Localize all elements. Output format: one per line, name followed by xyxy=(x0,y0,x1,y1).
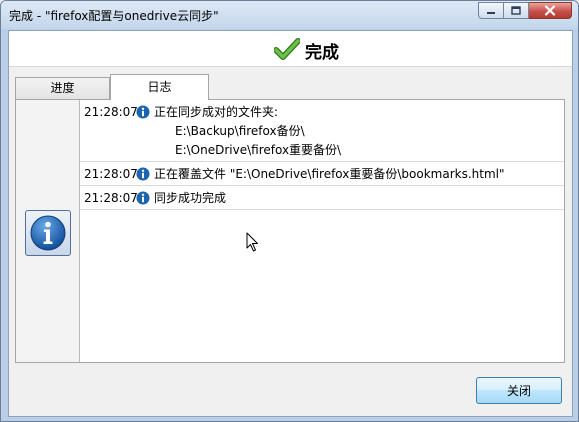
window-controls xyxy=(478,2,572,20)
log-time: 21:28:07 xyxy=(84,190,138,205)
log-panel: 21:28:07 正在同步成对的文件夹: E:\Backup\firefox备份… xyxy=(15,99,565,363)
dialog-body: 完成 进度 日志 21:28:07 正在同步成对的文件夹: E:\Backup\… xyxy=(8,30,573,417)
status-info-icon xyxy=(25,210,71,256)
info-icon xyxy=(136,105,150,118)
title-bar[interactable]: 完成 - "firefox配置与onedrive云同步" xyxy=(1,1,578,29)
log-detail-path: E:\Backup\firefox备份\ xyxy=(175,124,305,138)
log-detail-path: E:\OneDrive\firefox重要备份\ xyxy=(175,143,342,157)
log-entry: 21:28:07 正在同步成对的文件夹: E:\Backup\firefox备份… xyxy=(80,100,564,162)
log-message: 同步成功完成 xyxy=(154,191,227,205)
log-entry: 21:28:07 正在覆盖文件 "E:\OneDrive\firefox重要备份… xyxy=(80,162,564,186)
log-time: 21:28:07 xyxy=(84,166,138,181)
close-button[interactable]: 关闭 xyxy=(476,377,562,404)
log-message: 正在覆盖文件 "E:\OneDrive\firefox重要备份\bookmark… xyxy=(154,167,505,181)
maximize-button[interactable] xyxy=(504,2,529,19)
status-sidebar xyxy=(16,100,80,362)
app-window: 完成 - "firefox配置与onedrive云同步" 完成 进度 日志 21… xyxy=(0,0,579,422)
tab-progress[interactable]: 进度 xyxy=(15,77,110,99)
close-icon xyxy=(544,5,556,16)
log-message: 正在同步成对的文件夹: xyxy=(154,105,279,119)
page-title: 完成 xyxy=(305,43,339,63)
log-list[interactable]: 21:28:07 正在同步成对的文件夹: E:\Backup\firefox备份… xyxy=(80,100,564,210)
info-icon xyxy=(136,167,150,180)
tab-log[interactable]: 日志 xyxy=(110,74,209,100)
info-icon xyxy=(30,215,66,251)
info-icon xyxy=(136,191,150,204)
minimize-button[interactable] xyxy=(478,2,504,19)
window-close-button[interactable] xyxy=(529,2,572,19)
status-header: 完成 xyxy=(9,31,572,67)
window-title: 完成 - "firefox配置与onedrive云同步" xyxy=(9,9,219,23)
log-time: 21:28:07 xyxy=(84,104,138,119)
maximize-icon xyxy=(511,6,521,15)
check-icon xyxy=(274,38,300,60)
minimize-icon xyxy=(487,11,495,14)
mouse-cursor-icon xyxy=(246,232,258,252)
log-entry: 21:28:07 同步成功完成 xyxy=(80,186,564,210)
